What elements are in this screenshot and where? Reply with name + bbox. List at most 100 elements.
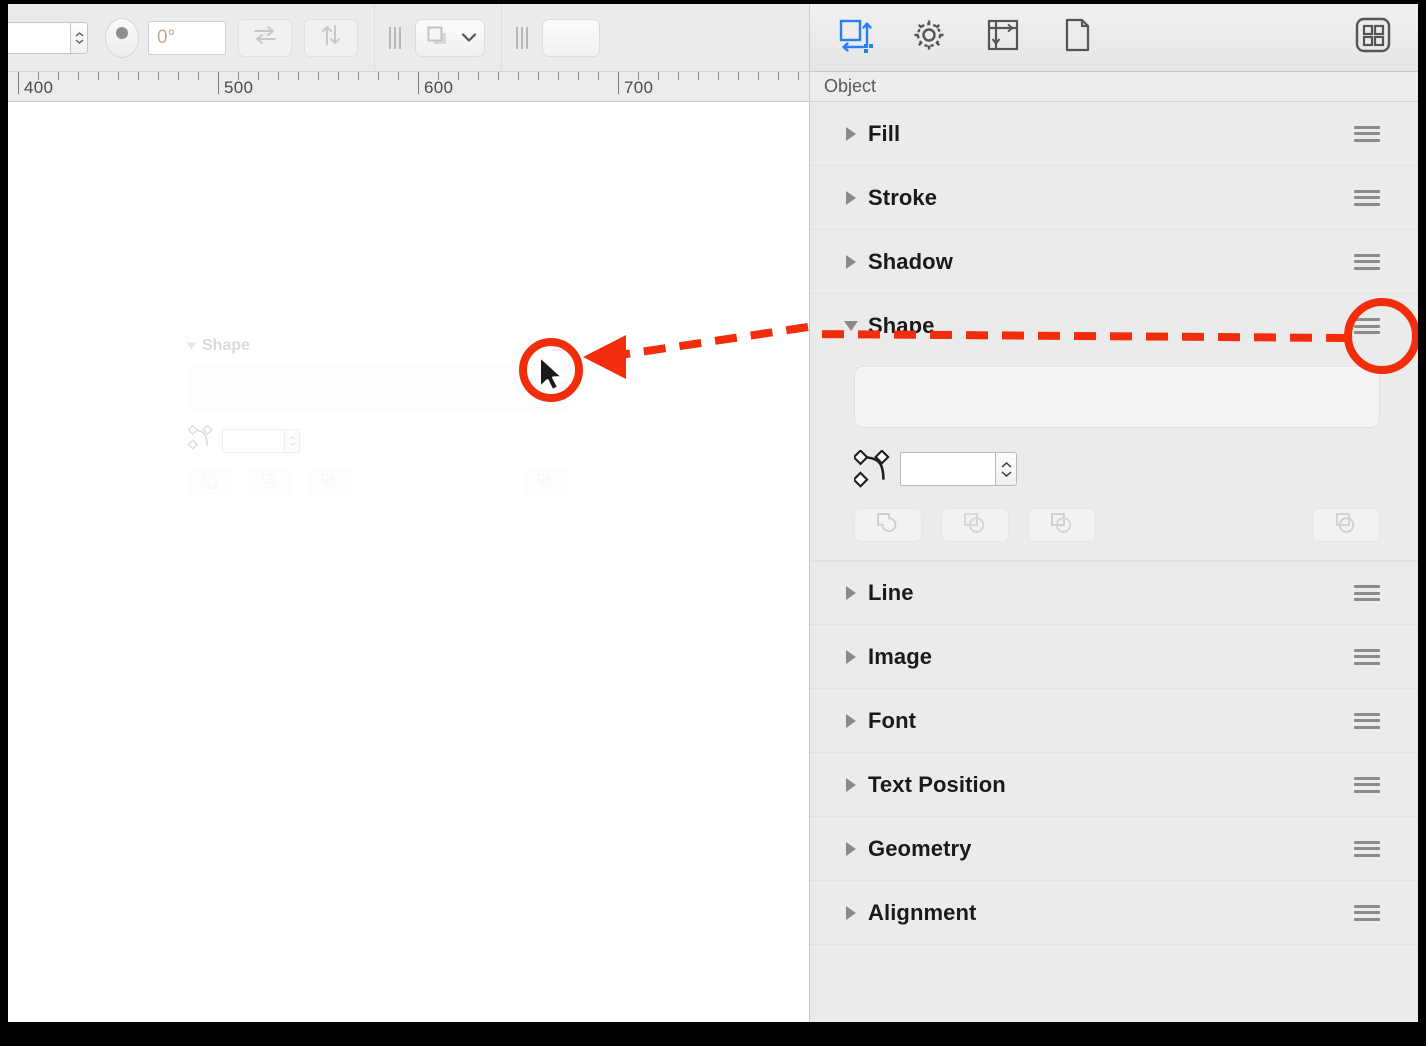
toolbar-grip-1[interactable] [389,26,403,49]
toolbar-grip-2[interactable] [516,26,530,49]
drawing-canvas[interactable]: Shape [8,103,809,1022]
union-button[interactable] [854,508,922,542]
rotation-knob[interactable] [105,17,139,58]
settings-tab[interactable] [906,15,952,61]
section-label: Alignment [868,899,977,925]
shape-popup-button[interactable] [415,18,485,57]
disclosure-triangle-icon [186,342,197,350]
section-shadow[interactable]: Shadow [810,230,1418,294]
ruler-minor-tick [538,72,539,80]
section-font[interactable]: Font [810,689,1418,753]
flip-vertical-icon [319,23,343,52]
section-fill[interactable]: Fill [810,102,1418,166]
boolean-combine-icon [1333,511,1359,540]
section-label: Shadow [868,248,953,274]
drag-handle-icon[interactable] [1354,189,1380,206]
section-label: Shape [868,313,935,338]
disclosure-triangle-icon[interactable] [846,586,856,600]
chevron-down-icon [461,29,477,47]
drag-handle-icon[interactable] [1354,776,1380,793]
panels-button[interactable] [1350,15,1396,61]
intersect-button[interactable] [941,508,1009,542]
shape-corner-row [852,449,1380,488]
ruler-minor-tick [758,72,759,80]
disclosure-triangle-icon[interactable] [846,126,856,141]
ruler-label-500: 500 [224,78,254,97]
object-tab[interactable] [832,15,878,61]
drag-handle-icon[interactable] [1354,125,1380,142]
corner-radius-stepper[interactable] [995,452,1017,486]
disclosure-triangle-icon[interactable] [844,321,858,331]
swap-horizontal-icon [252,24,278,51]
ruler-minor-tick [258,72,259,80]
ruler-minor-tick [778,72,779,80]
ghost-section-header: Shape [186,335,568,357]
section-geometry[interactable]: Geometry [810,817,1418,881]
section-text-position[interactable]: Text Position [810,753,1418,817]
angle-input[interactable]: 0° [148,20,226,55]
disclosure-triangle-icon[interactable] [846,713,856,728]
ruler-minor-tick [578,72,579,80]
size-input[interactable] [8,21,70,54]
disclosure-triangle-icon[interactable] [846,905,856,920]
ruler-minor-tick [338,72,339,80]
ghost-corner-input [222,428,284,453]
section-shape[interactable]: Shape [810,294,1418,358]
disclosure-triangle-icon[interactable] [846,841,856,856]
ruler-minor-tick [658,72,659,80]
ruler-minor-tick [358,72,359,80]
inspector-tabbar [810,4,1418,72]
section-line[interactable]: Line [810,561,1418,625]
blank-toolbar-button[interactable] [542,18,600,57]
drag-handle-icon[interactable] [1354,253,1380,270]
ruler-minor-tick [278,72,279,80]
ghost-intersect-button [248,468,292,494]
top-toolbar: 0° [8,4,809,72]
drag-handle-icon[interactable] [1354,712,1380,729]
size-group [8,4,88,71]
section-stroke[interactable]: Stroke [810,166,1418,230]
ghost-corner-row [187,424,568,456]
disclosure-triangle-icon[interactable] [846,254,856,269]
corner-radius-input[interactable] [900,452,995,486]
drag-handle-icon[interactable] [1354,585,1380,601]
ruler-minor-tick [198,72,199,80]
ghost-union-button [188,468,232,494]
ruler-minor-tick [118,72,119,80]
section-alignment[interactable]: Alignment [810,881,1418,945]
disclosure-triangle-icon[interactable] [846,777,856,792]
ghost-section-label: Shape [202,337,251,354]
subtract-button[interactable] [1028,508,1096,542]
disclosure-triangle-icon[interactable] [846,190,856,205]
drag-handle-icon[interactable] [1354,318,1380,334]
section-label: Image [868,643,933,669]
swap-button[interactable] [238,18,292,57]
drag-handle-icon[interactable] [1354,840,1380,857]
ruler-minor-tick [458,72,459,80]
annotation-overlay [519,323,809,402]
section-list: Fill Stroke Shadow Shape Line Image Font… [810,102,1418,945]
ruler-minor-tick [678,72,679,80]
dragged-shape-panel-ghost: Shape [186,335,568,494]
ruler-major-tick [18,72,19,94]
shape-preview-well[interactable] [854,366,1380,428]
combine-button[interactable] [1312,508,1380,542]
ruler-minor-tick [698,72,699,80]
section-label: Fill [868,120,901,146]
inspector-title: Object [810,72,1418,102]
document-tab[interactable] [1054,15,1100,61]
section-label: Text Position [868,771,1006,797]
flip-button[interactable] [304,18,358,57]
ruler-minor-tick [798,72,799,80]
layers-icon [424,23,450,52]
drag-handle-icon[interactable] [1354,648,1380,665]
document-icon [1059,17,1095,58]
size-stepper[interactable] [70,21,88,54]
ruler-minor-tick [138,72,139,80]
disclosure-triangle-icon[interactable] [846,649,856,664]
ruler-minor-tick [478,72,479,80]
ghost-corner-stepper [284,428,300,453]
drag-handle-icon[interactable] [1354,904,1380,921]
section-image[interactable]: Image [810,625,1418,689]
canvas-tab[interactable] [980,15,1026,61]
